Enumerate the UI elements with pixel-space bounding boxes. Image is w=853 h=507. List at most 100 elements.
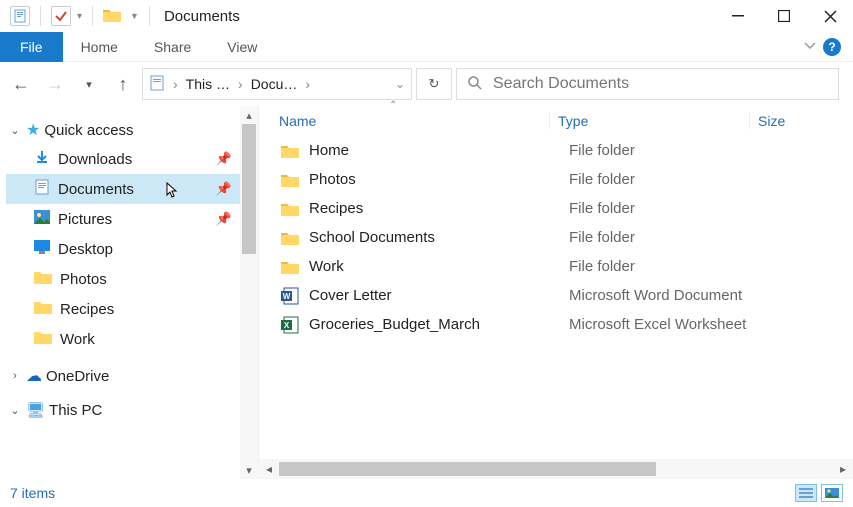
help-button[interactable]: ? bbox=[823, 38, 841, 56]
thumbnail-view-button[interactable] bbox=[821, 484, 843, 502]
this-pc-header[interactable]: ⌄ 🖥 This PC bbox=[6, 396, 240, 424]
nav-item-downloads[interactable]: Downloads 📌 bbox=[6, 144, 240, 174]
nav-item-documents[interactable]: Documents 📌 bbox=[6, 174, 240, 204]
folder-icon bbox=[34, 300, 52, 318]
status-bar: 7 items bbox=[0, 479, 853, 507]
chevron-right-icon[interactable]: › bbox=[301, 76, 314, 92]
search-box[interactable] bbox=[456, 68, 839, 100]
document-icon bbox=[34, 179, 50, 199]
pin-icon: 📌 bbox=[216, 181, 232, 197]
sort-indicator-icon: ⌃ bbox=[389, 100, 397, 111]
search-icon bbox=[467, 75, 483, 94]
scroll-up-icon[interactable]: ▴ bbox=[240, 106, 258, 124]
refresh-button[interactable]: ↻ bbox=[416, 68, 452, 100]
address-bar[interactable]: › This … › Docu… › ⌄ bbox=[142, 68, 412, 100]
quick-access-label: Quick access bbox=[44, 122, 133, 139]
svg-text:W: W bbox=[283, 292, 291, 301]
file-type: Microsoft Excel Worksheet bbox=[569, 316, 746, 333]
caret-down-icon[interactable]: ⌄ bbox=[8, 404, 22, 417]
forward-button[interactable]: → bbox=[40, 69, 70, 99]
file-row[interactable]: W Cover LetterMicrosoft Word Document bbox=[259, 281, 853, 310]
quick-access-toolbar: ▾ ▼ bbox=[10, 6, 154, 26]
download-icon bbox=[34, 149, 50, 169]
window-title: Documents bbox=[164, 8, 240, 25]
view-toggles bbox=[795, 484, 843, 502]
file-type: Microsoft Word Document bbox=[569, 287, 742, 304]
separator bbox=[40, 6, 41, 26]
search-input[interactable] bbox=[493, 75, 828, 93]
caret-down-icon[interactable]: ⌄ bbox=[8, 124, 22, 137]
column-type[interactable]: Type bbox=[549, 113, 749, 129]
title-dropdown-icon[interactable]: ▼ bbox=[130, 11, 139, 21]
item-count: 7 items bbox=[10, 485, 55, 501]
scroll-right-icon[interactable]: ▸ bbox=[833, 462, 853, 476]
file-type: File folder bbox=[569, 200, 635, 217]
file-name: Photos bbox=[309, 171, 569, 188]
content-h-scrollbar[interactable]: ◂ ▸ bbox=[259, 459, 853, 479]
chevron-right-icon[interactable]: › bbox=[234, 76, 247, 92]
nav-item-desktop[interactable]: Desktop bbox=[6, 234, 240, 264]
nav-item-label: Work bbox=[60, 331, 95, 348]
properties-icon[interactable] bbox=[10, 6, 30, 26]
file-name: Home bbox=[309, 142, 569, 159]
column-size[interactable]: Size bbox=[749, 113, 853, 129]
file-name: School Documents bbox=[309, 229, 569, 246]
qat-dropdown-icon[interactable]: ▾ bbox=[77, 11, 82, 22]
file-row[interactable]: School DocumentsFile folder bbox=[259, 223, 853, 252]
navigation-pane: ⌄ ★ Quick access Downloads 📌 Documents 📌… bbox=[0, 106, 240, 479]
nav-item-label: Downloads bbox=[58, 151, 132, 168]
folder-icon bbox=[279, 227, 301, 249]
home-tab[interactable]: Home bbox=[63, 32, 136, 62]
folder-icon bbox=[279, 140, 301, 162]
pc-icon: 🖥 bbox=[26, 401, 45, 419]
column-name[interactable]: Name bbox=[279, 113, 549, 129]
file-type: File folder bbox=[569, 229, 635, 246]
nav-item-recipes[interactable]: Recipes bbox=[6, 294, 240, 324]
minimize-button[interactable] bbox=[715, 0, 761, 32]
folder-icon bbox=[103, 8, 121, 25]
file-row[interactable]: WorkFile folder bbox=[259, 252, 853, 281]
scroll-thumb[interactable] bbox=[242, 124, 256, 254]
folder-icon bbox=[279, 169, 301, 191]
close-button[interactable] bbox=[807, 0, 853, 32]
view-tab[interactable]: View bbox=[209, 32, 275, 62]
star-icon: ★ bbox=[26, 120, 40, 140]
ribbon-collapse-icon[interactable] bbox=[803, 38, 817, 55]
details-view-button[interactable] bbox=[795, 484, 817, 502]
column-headers: ⌃ Name Type Size bbox=[259, 106, 853, 136]
up-button[interactable]: ↑ bbox=[108, 69, 138, 99]
onedrive-header[interactable]: › ☁ OneDrive bbox=[6, 362, 240, 390]
nav-item-photos[interactable]: Photos bbox=[6, 264, 240, 294]
word-icon: W bbox=[279, 285, 301, 307]
folder-icon bbox=[279, 198, 301, 220]
this-pc-label: This PC bbox=[49, 402, 102, 419]
scroll-thumb[interactable] bbox=[279, 462, 656, 476]
file-row[interactable]: PhotosFile folder bbox=[259, 165, 853, 194]
scroll-left-icon[interactable]: ◂ bbox=[259, 462, 279, 476]
file-row[interactable]: RecipesFile folder bbox=[259, 194, 853, 223]
file-tab[interactable]: File bbox=[0, 32, 63, 62]
nav-scrollbar[interactable]: ▴ ▾ bbox=[240, 106, 258, 479]
checkbox-icon[interactable] bbox=[51, 6, 71, 26]
pin-icon: 📌 bbox=[216, 211, 232, 227]
navigation-row: ← → ▾ ↑ › This … › Docu… › ⌄ ↻ bbox=[0, 62, 853, 106]
separator bbox=[149, 6, 150, 26]
window-controls bbox=[715, 0, 853, 32]
chevron-right-icon[interactable]: › bbox=[169, 76, 182, 92]
file-row[interactable]: HomeFile folder bbox=[259, 136, 853, 165]
pin-icon: 📌 bbox=[216, 151, 232, 167]
nav-item-work[interactable]: Work bbox=[6, 324, 240, 354]
quick-access-header[interactable]: ⌄ ★ Quick access bbox=[6, 116, 240, 144]
file-row[interactable]: XGroceries_Budget_MarchMicrosoft Excel W… bbox=[259, 310, 853, 339]
caret-right-icon[interactable]: › bbox=[8, 370, 22, 382]
share-tab[interactable]: Share bbox=[136, 32, 209, 62]
scroll-down-icon[interactable]: ▾ bbox=[240, 461, 258, 479]
chevron-down-icon[interactable]: ⌄ bbox=[395, 77, 405, 91]
nav-item-pictures[interactable]: Pictures 📌 bbox=[6, 204, 240, 234]
breadcrumb-root[interactable]: This … bbox=[186, 76, 230, 92]
maximize-button[interactable] bbox=[761, 0, 807, 32]
back-button[interactable]: ← bbox=[6, 69, 36, 99]
history-dropdown-icon[interactable]: ▾ bbox=[74, 69, 104, 99]
file-name: Cover Letter bbox=[309, 287, 569, 304]
breadcrumb-current[interactable]: Docu… bbox=[251, 76, 298, 92]
